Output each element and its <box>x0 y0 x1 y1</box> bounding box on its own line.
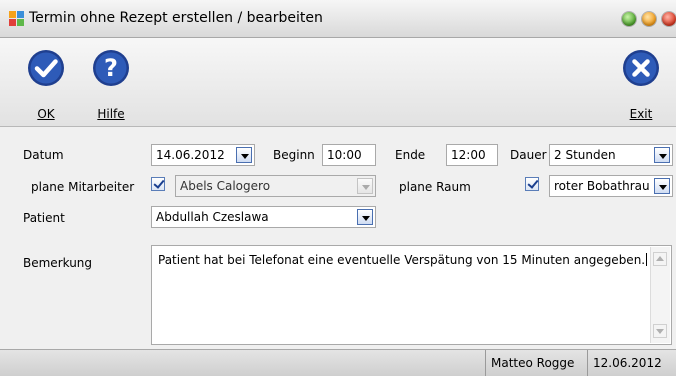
status-user: Matteo Rogge <box>485 350 587 376</box>
raum-checkbox[interactable] <box>525 177 539 191</box>
checkmark-icon <box>28 50 64 86</box>
patient-value: Abdullah Czeslawa <box>156 210 269 224</box>
datum-date-picker[interactable]: 14.06.2012 <box>151 144 255 166</box>
help-button[interactable]: ? Hilfe <box>86 49 136 121</box>
beginn-time-input[interactable]: 10:00 <box>322 144 376 166</box>
text-caret <box>646 253 648 266</box>
status-bar: Matteo Rogge 12.06.2012 <box>0 349 676 376</box>
ende-time-input[interactable]: 12:00 <box>446 144 498 166</box>
datum-value: 14.06.2012 <box>156 148 225 162</box>
raum-value: roter Bobathrau <box>554 179 650 193</box>
bemerkung-label: Bemerkung <box>23 256 93 270</box>
mitarbeiter-checkbox[interactable] <box>151 177 165 191</box>
raum-label: plane Raum <box>399 180 471 194</box>
arrow-down-icon <box>656 329 664 334</box>
chevron-down-icon[interactable] <box>357 209 373 225</box>
bemerkung-textarea[interactable]: Patient hat bei Telefonat eine eventuell… <box>151 245 672 345</box>
app-icon <box>9 11 25 27</box>
status-date: 12.06.2012 <box>587 350 667 376</box>
ende-value: 12:00 <box>451 148 486 162</box>
mitarbeiter-value: Abels Calogero <box>180 179 271 193</box>
chevron-down-icon[interactable] <box>236 147 252 163</box>
patient-select[interactable]: Abdullah Czeslawa <box>151 206 376 228</box>
title-bar: Termin ohne Rezept erstellen / bearbeite… <box>0 0 676 38</box>
exit-label: Exit <box>629 107 653 121</box>
beginn-label: Beginn <box>273 148 315 162</box>
ok-label: OK <box>37 107 55 121</box>
help-icon: ? <box>93 50 129 86</box>
svg-text:?: ? <box>104 54 118 82</box>
patient-label: Patient <box>23 211 65 225</box>
mitarbeiter-select[interactable]: Abels Calogero <box>175 175 376 197</box>
datum-label: Datum <box>23 148 64 162</box>
raum-select[interactable]: roter Bobathrau <box>549 175 673 197</box>
scroll-down-button[interactable] <box>653 324 667 338</box>
dauer-label: Dauer <box>510 148 547 162</box>
dauer-select[interactable]: 2 Stunden <box>549 144 673 166</box>
beginn-value: 10:00 <box>327 148 362 162</box>
chevron-down-icon[interactable] <box>357 178 373 194</box>
dauer-value: 2 Stunden <box>554 148 616 162</box>
ok-button[interactable]: OK <box>21 49 71 121</box>
arrow-up-icon <box>656 256 664 261</box>
bemerkung-value: Patient hat bei Telefonat eine eventuell… <box>158 253 646 267</box>
close-x-icon <box>623 50 659 86</box>
vertical-scrollbar[interactable] <box>650 247 670 343</box>
toolbar: OK ? Hilfe Exit <box>0 38 676 127</box>
chevron-down-icon[interactable] <box>654 147 670 163</box>
scroll-up-button[interactable] <box>653 252 667 266</box>
ende-label: Ende <box>395 148 426 162</box>
mitarbeiter-label: plane Mitarbeiter <box>31 180 135 194</box>
window-title: Termin ohne Rezept erstellen / bearbeite… <box>29 10 323 26</box>
maximize-button[interactable] <box>642 12 656 26</box>
exit-button[interactable]: Exit <box>616 49 666 121</box>
close-button[interactable] <box>662 12 676 26</box>
minimize-button[interactable] <box>622 12 636 26</box>
chevron-down-icon[interactable] <box>654 178 670 194</box>
help-label: Hilfe <box>97 107 125 121</box>
